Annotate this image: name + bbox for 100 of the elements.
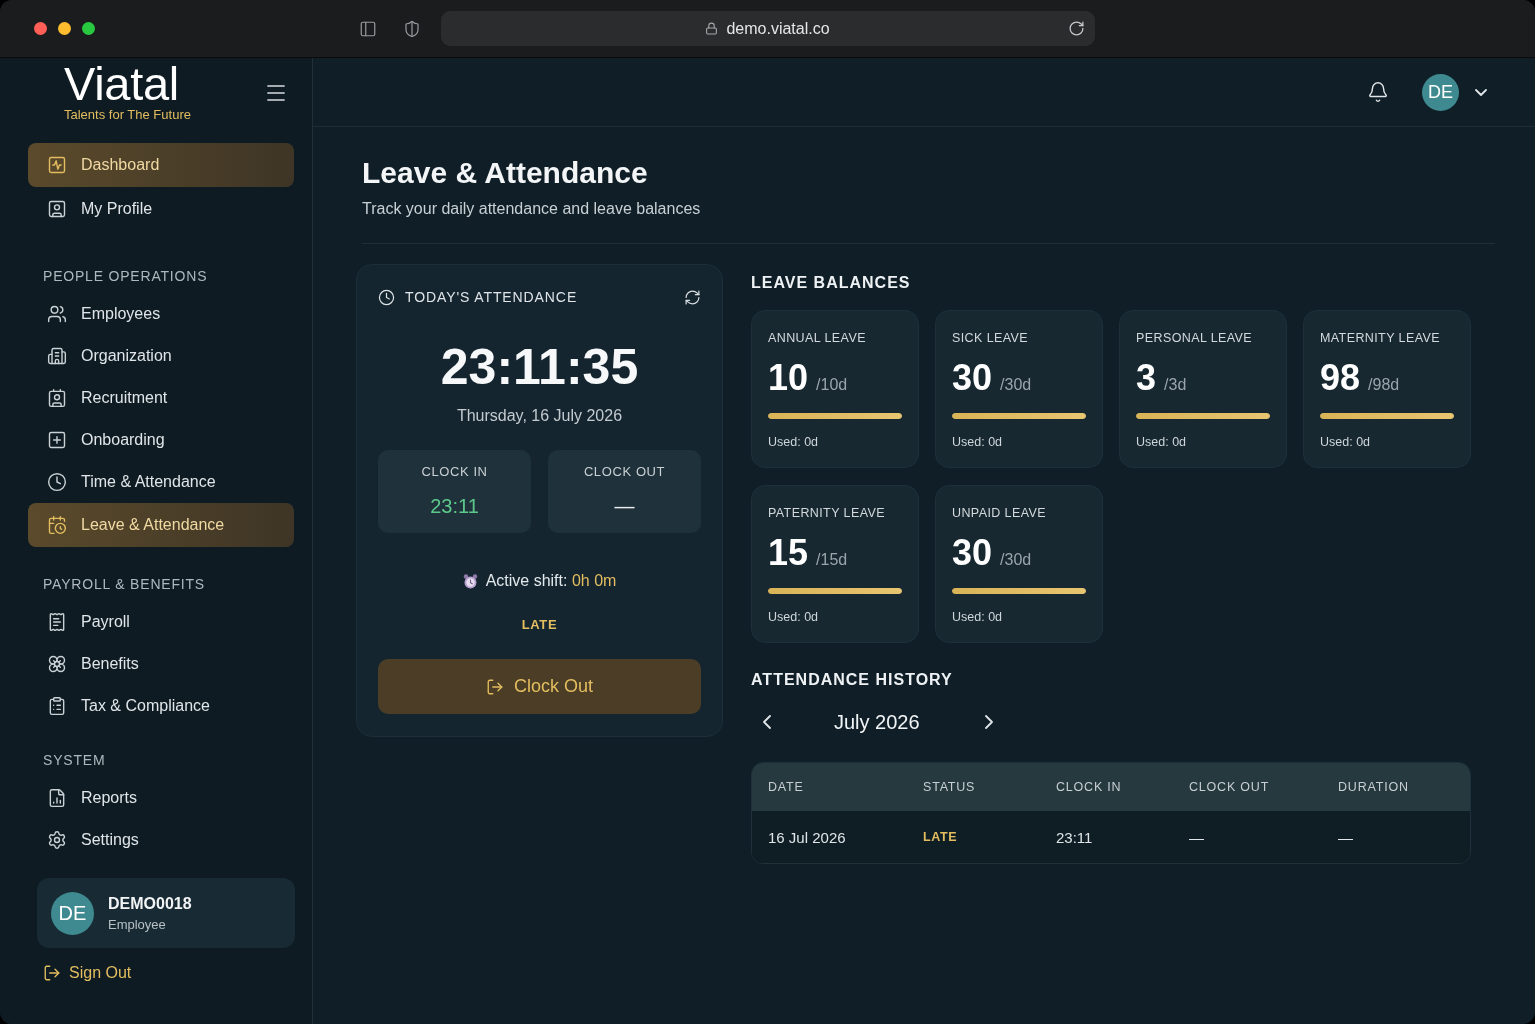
plus-square-icon — [47, 430, 67, 450]
nav-item[interactable]: Organization — [28, 335, 294, 377]
user-role: Employee — [108, 916, 167, 932]
status-label: LATE — [521, 617, 558, 633]
leave-total: /3d — [1164, 376, 1187, 394]
leave-remaining: 3 — [1136, 358, 1157, 398]
logo-tagline: Talents for The Future — [64, 107, 191, 123]
leave-total: /10d — [816, 376, 848, 394]
active-shift-text: Active shift: 0h 0m — [485, 572, 617, 590]
tile-label: CLOCK IN — [421, 464, 488, 480]
nav-item[interactable]: Leave & Attendance — [28, 503, 294, 547]
section-heading: ATTENDANCE HISTORY — [751, 670, 954, 690]
nav-item[interactable]: Payroll — [28, 601, 294, 643]
table-cell: 23:11 — [1056, 828, 1093, 846]
section-heading: PAYROLL & BENEFITS — [42, 575, 206, 593]
settings-icon — [47, 830, 67, 850]
clipboard-icon — [47, 696, 67, 716]
pulse-square-icon — [47, 155, 67, 175]
leave-used: Used: 0d — [952, 609, 1004, 625]
maximize-window-icon[interactable] — [82, 22, 95, 35]
column-header: DATE — [768, 780, 805, 794]
clock-icon — [47, 472, 67, 492]
leave-used: Used: 0d — [768, 609, 820, 625]
section-heading: SYSTEM — [42, 751, 107, 769]
refresh-icon — [684, 288, 701, 306]
account-avatar[interactable]: DE — [1422, 73, 1459, 111]
notifications-button[interactable] — [1367, 81, 1389, 103]
report-icon — [47, 788, 67, 808]
lock-icon — [705, 22, 719, 35]
table-cell: 16 Jul 2026 — [768, 828, 846, 846]
nav-item[interactable]: My Profile — [28, 187, 294, 231]
leave-remaining: 98 — [1320, 358, 1361, 398]
address-bar[interactable]: demo.viatal.co — [440, 11, 1095, 46]
profile-icon — [47, 199, 67, 219]
tile-label: CLOCK OUT — [583, 464, 666, 480]
leave-remaining: 30 — [952, 533, 993, 573]
leave-used: Used: 0d — [952, 434, 1004, 450]
leave-remaining: 10 — [768, 358, 809, 398]
nav-item[interactable]: Time & Attendance — [28, 461, 294, 503]
reload-icon[interactable] — [1067, 20, 1085, 37]
user-name: DEMO0018 — [108, 894, 192, 913]
flower-icon — [47, 654, 67, 674]
leave-type: PERSONAL LEAVE — [1136, 330, 1254, 346]
month-label: July 2026 — [834, 710, 920, 734]
section-heading: PEOPLE OPERATIONS — [42, 267, 209, 285]
leave-total: /30d — [1000, 376, 1032, 394]
sign-out-icon — [43, 964, 61, 982]
leave-type: SICK LEAVE — [952, 330, 1030, 346]
leave-type: ANNUAL LEAVE — [768, 330, 867, 346]
refresh-button[interactable] — [684, 288, 701, 306]
nav-item[interactable]: Onboarding — [28, 419, 294, 461]
nav-item[interactable]: Benefits — [28, 643, 294, 685]
page-subtitle: Track your daily attendance and leave balances — [362, 199, 702, 219]
chevron-right-icon — [984, 715, 993, 729]
leave-used: Used: 0d — [1320, 434, 1372, 450]
leave-total: /98d — [1368, 376, 1400, 394]
leave-type: UNPAID LEAVE — [952, 505, 1047, 521]
clock-icon — [378, 288, 395, 306]
leave-total: /30d — [1000, 551, 1032, 569]
contact-card-icon — [47, 388, 67, 408]
column-header: DURATION — [1338, 780, 1410, 794]
sign-out-icon — [486, 677, 504, 696]
nav-item[interactable]: Settings — [28, 819, 294, 861]
minimize-window-icon[interactable] — [58, 22, 71, 35]
nav-item[interactable]: Dashboard — [28, 143, 294, 187]
logo-wordmark: Viatal — [64, 62, 180, 106]
table-cell: — — [1189, 828, 1204, 846]
users-icon — [47, 304, 67, 324]
tile-value: 23:11 — [430, 494, 479, 518]
calendar-icon — [47, 515, 67, 535]
section-heading: LEAVE BALANCES — [751, 273, 912, 293]
clock-out-button[interactable]: Clock Out — [378, 659, 701, 714]
current-date: Thursday, 16 July 2026 — [455, 406, 624, 426]
leave-remaining: 30 — [952, 358, 993, 398]
leave-remaining: 15 — [768, 533, 809, 573]
column-header: CLOCK OUT — [1189, 780, 1271, 794]
nav-item[interactable]: Employees — [28, 293, 294, 335]
leave-used: Used: 0d — [1136, 434, 1188, 450]
close-window-icon[interactable] — [34, 22, 47, 35]
chevron-down-icon — [1475, 88, 1487, 96]
chevron-left-icon — [763, 715, 771, 729]
tile-value: — — [614, 494, 635, 518]
status-label: LATE — [923, 830, 958, 844]
table-cell: — — [1338, 828, 1353, 846]
nav-item[interactable]: Recruitment — [28, 377, 294, 419]
leave-used: Used: 0d — [768, 434, 820, 450]
user-card[interactable]: DE DEMO0018 Employee — [37, 878, 295, 948]
nav-item[interactable]: Reports — [28, 777, 294, 819]
card-title: TODAY'S ATTENDANCE — [405, 289, 578, 305]
user-avatar: DE — [51, 891, 94, 935]
building-icon — [47, 346, 67, 366]
sign-out-link[interactable]: Sign Out — [43, 964, 132, 982]
bell-icon — [1367, 81, 1389, 103]
nav-item[interactable]: Tax & Compliance — [28, 685, 294, 727]
sidebar-panel-icon[interactable] — [358, 19, 377, 38]
shield-icon[interactable] — [402, 19, 421, 38]
leave-total: /15d — [816, 551, 848, 569]
column-header: STATUS — [923, 780, 977, 794]
url-text: demo.viatal.co — [726, 19, 830, 38]
account-menu-button[interactable] — [1475, 88, 1487, 96]
